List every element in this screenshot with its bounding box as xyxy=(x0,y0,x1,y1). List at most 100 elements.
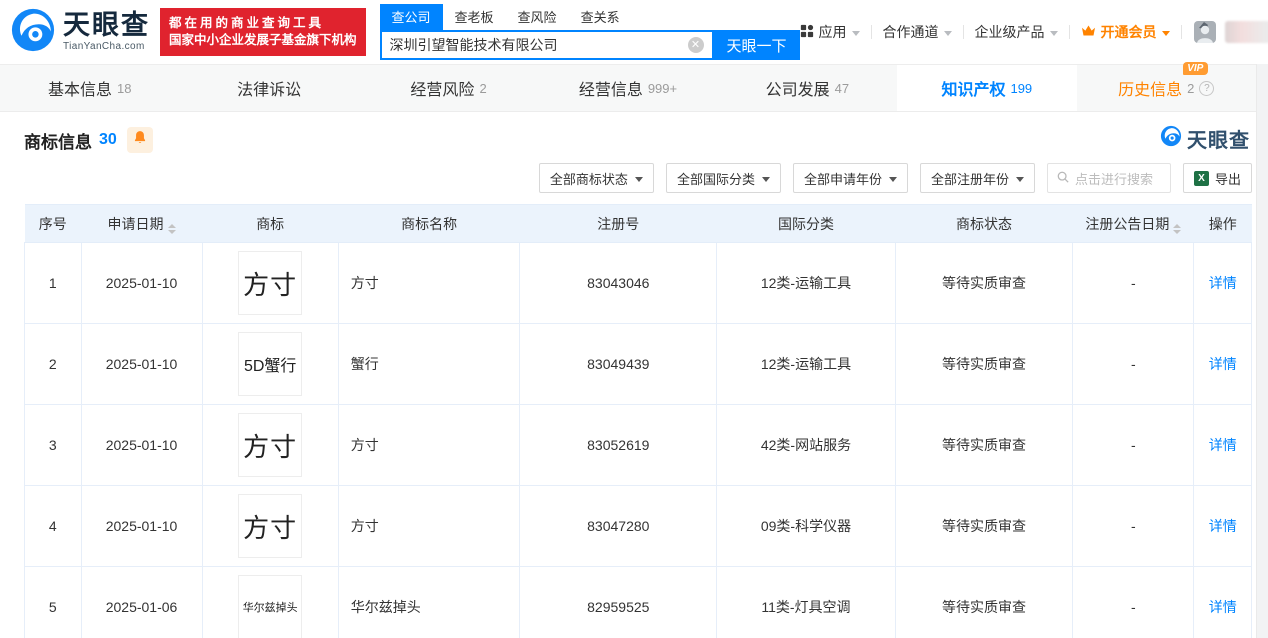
table-header-row: 序号 申请日期 商标 商标名称 注册号 国际分类 商标状态 注册公告日期 操作 xyxy=(24,204,1252,243)
chevron-down-icon xyxy=(634,176,643,182)
intl-class: 11类-灯具空调 xyxy=(716,566,896,638)
detail-link[interactable]: 详情 xyxy=(1209,518,1237,534)
table-search-box[interactable]: 点击进行搜索 xyxy=(1046,163,1171,193)
tab-count: 47 xyxy=(834,80,850,96)
chevron-down-icon xyxy=(1049,30,1058,36)
section-title: 商标信息 xyxy=(24,132,92,152)
apply-date: 2025-01-10 xyxy=(80,242,203,324)
col-action: 操作 xyxy=(1193,204,1252,243)
tab-business-info[interactable]: 经营信息 999+ xyxy=(538,65,717,111)
filter-register-year[interactable]: 全部注册年份 xyxy=(919,163,1035,193)
sort-icon[interactable] xyxy=(167,223,176,234)
export-button[interactable]: X 导出 xyxy=(1182,163,1252,193)
search-button[interactable]: 天眼一下 xyxy=(713,30,800,60)
tab-intellectual-property[interactable]: 知识产权 199 xyxy=(897,65,1077,111)
col-index: 序号 xyxy=(24,204,81,243)
registration-no: 83049439 xyxy=(519,323,718,405)
tab-history-info[interactable]: VIP 历史信息 2 ? xyxy=(1077,62,1256,111)
sort-icon[interactable] xyxy=(1173,223,1182,234)
search-tab-relation[interactable]: 查关系 xyxy=(569,4,632,30)
detail-link[interactable]: 详情 xyxy=(1209,275,1237,291)
search-module: 查公司 查老板 查风险 查关系 ✕ 天眼一下 xyxy=(379,4,800,60)
trademark-image[interactable]: 华尔兹掉头 xyxy=(238,575,303,638)
excel-icon: X xyxy=(1193,170,1209,186)
crown-icon xyxy=(1081,24,1096,40)
registration-no: 82959525 xyxy=(519,566,718,638)
nav-enterprise[interactable]: 企业级产品 xyxy=(975,22,1058,42)
monitor-bell-button[interactable] xyxy=(126,127,153,153)
nav-partnership-label: 合作通道 xyxy=(882,24,939,40)
filter-trademark-status[interactable]: 全部商标状态 xyxy=(538,163,654,193)
filter-apply-year[interactable]: 全部申请年份 xyxy=(792,163,908,193)
search-tab-company[interactable]: 查公司 xyxy=(379,4,443,30)
tab-company-development[interactable]: 公司发展 47 xyxy=(718,65,897,111)
registration-no: 83052619 xyxy=(519,404,718,486)
trademark-name: 方寸 xyxy=(337,242,521,324)
nav-apps-label: 应用 xyxy=(818,24,847,40)
detail-link[interactable]: 详情 xyxy=(1209,356,1237,372)
trademark-name: 方寸 xyxy=(337,404,521,486)
trademark-status: 等待实质审查 xyxy=(894,404,1074,486)
trademark-image[interactable]: 5D蟹行 xyxy=(238,332,303,396)
trademark-image[interactable]: 方寸 xyxy=(238,494,303,558)
tianyancha-logo-icon xyxy=(10,7,56,58)
table-row: 5 2025-01-06 华尔兹掉头 华尔兹掉头 82959525 11类-灯具… xyxy=(24,566,1252,638)
filter-label: 全部申请年份 xyxy=(803,171,882,187)
intl-class: 09类-科学仪器 xyxy=(716,485,896,567)
user-account[interactable] xyxy=(1193,18,1268,47)
search-tabs: 查公司 查老板 查风险 查关系 xyxy=(379,4,800,30)
filter-label: 全部商标状态 xyxy=(549,171,628,187)
search-tab-boss[interactable]: 查老板 xyxy=(443,4,506,30)
apps-grid-icon xyxy=(800,24,814,41)
tab-business-risk[interactable]: 经营风险 2 xyxy=(359,65,538,111)
table-row: 2 2025-01-10 5D蟹行 蟹行 83049439 12类-运输工具 等… xyxy=(24,323,1252,405)
detail-link[interactable]: 详情 xyxy=(1209,599,1237,615)
intl-class: 12类-运输工具 xyxy=(716,323,896,405)
col-apply-date[interactable]: 申请日期 xyxy=(81,204,203,243)
tab-count: 2 xyxy=(479,80,487,96)
trademark-status: 等待实质审查 xyxy=(894,323,1074,405)
help-icon[interactable]: ? xyxy=(1199,80,1215,96)
search-input[interactable] xyxy=(381,37,688,53)
col-trademark: 商标 xyxy=(202,204,339,243)
trademark-image[interactable]: 方寸 xyxy=(238,251,303,315)
table-row: 1 2025-01-10 方寸 方寸 83043046 12类-运输工具 等待实… xyxy=(24,242,1252,324)
intl-class: 42类-网站服务 xyxy=(716,404,896,486)
promo-line-2: 国家中小企业发展子基金旗下机构 xyxy=(169,33,357,47)
filter-intl-class[interactable]: 全部国际分类 xyxy=(665,163,781,193)
tianyancha-logo[interactable]: 天眼查 TianYanCha.com xyxy=(10,7,150,58)
registration-no: 83047280 xyxy=(519,485,718,567)
tab-label: 经营信息 xyxy=(578,82,643,99)
nav-enterprise-label: 企业级产品 xyxy=(974,24,1045,40)
top-navigation: 应用 合作通道 企业级产品 开通会员 xyxy=(800,18,1268,47)
trademark-name: 方寸 xyxy=(337,485,521,567)
tab-count: 199 xyxy=(1010,80,1033,96)
search-tab-risk[interactable]: 查风险 xyxy=(506,4,569,30)
nav-partnership[interactable]: 合作通道 xyxy=(883,22,952,42)
tab-label: 知识产权 xyxy=(941,82,1006,99)
chevron-down-icon xyxy=(888,176,897,182)
apply-date: 2025-01-10 xyxy=(80,485,203,567)
divider xyxy=(1180,25,1182,39)
col-announce-date[interactable]: 注册公告日期 xyxy=(1072,204,1194,243)
avatar xyxy=(1193,18,1219,47)
table-search-placeholder: 点击进行搜索 xyxy=(1074,171,1153,187)
tab-basic-info[interactable]: 基本信息 18 xyxy=(0,65,179,111)
search-input-wrap: ✕ xyxy=(379,30,714,60)
tab-legal-proceedings[interactable]: 法律诉讼 xyxy=(179,65,358,111)
watermark-text: 天眼查 xyxy=(1187,130,1250,152)
detail-link[interactable]: 详情 xyxy=(1209,437,1237,453)
tab-label: 历史信息 xyxy=(1118,82,1183,99)
scrollbar[interactable] xyxy=(1256,64,1268,638)
nav-apps[interactable]: 应用 xyxy=(800,22,860,42)
chevron-down-icon xyxy=(1161,30,1170,36)
trademark-image[interactable]: 方寸 xyxy=(238,413,303,477)
nav-open-vip[interactable]: 开通会员 xyxy=(1081,22,1170,42)
clear-input-icon[interactable]: ✕ xyxy=(687,37,704,53)
trademark-status: 等待实质审查 xyxy=(894,566,1074,638)
promo-banner: 都在用的商业查询工具 国家中小企业发展子基金旗下机构 xyxy=(160,8,366,56)
announce-date: - xyxy=(1072,485,1195,567)
tab-count: 18 xyxy=(116,80,132,96)
top-header: 天眼查 TianYanCha.com 都在用的商业查询工具 国家中小企业发展子基… xyxy=(0,0,1268,64)
registration-no: 83043046 xyxy=(519,242,718,324)
